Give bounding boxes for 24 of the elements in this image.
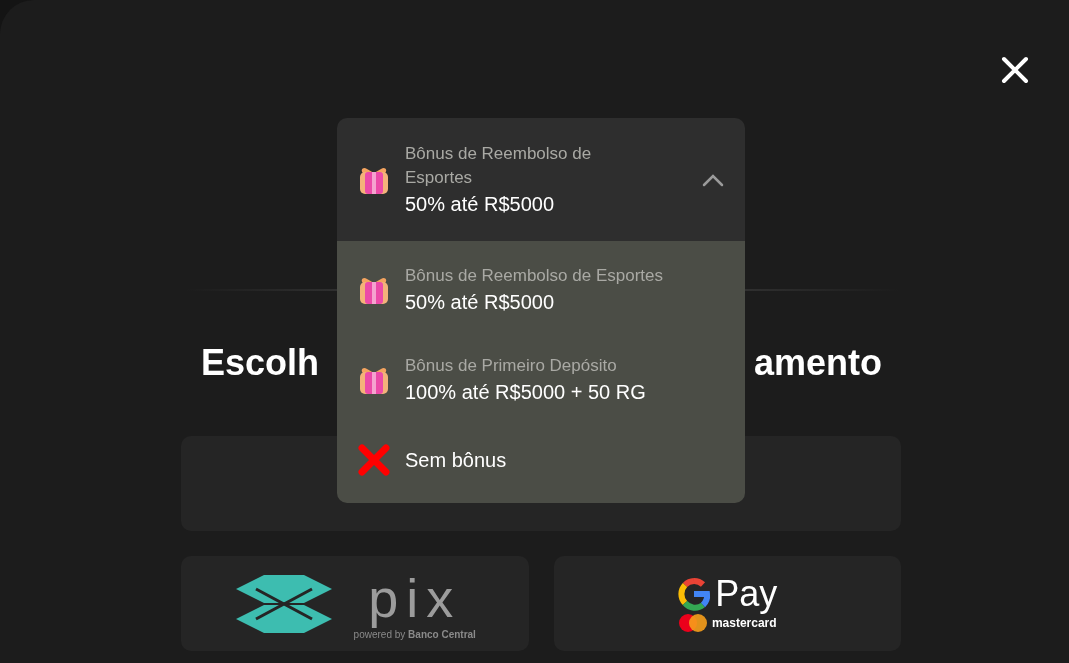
bonus-option[interactable]: Sem bônus [337, 425, 745, 495]
bonus-detail: 50% até R$5000 [405, 191, 555, 217]
bonus-option[interactable]: Bônus de Primeiro Depósito 100% até R$5000 + 50 RG [337, 335, 745, 425]
logo-caption: powered by Banco Central [353, 628, 476, 641]
heading-text: Escolh [201, 341, 320, 385]
bonus-title: Bônus de Reembolso de Esportes [405, 265, 663, 287]
logo-caption: mastercard [711, 614, 777, 632]
cross-icon [357, 443, 391, 477]
bonus-detail: 50% até R$5000 [405, 290, 555, 315]
bonus-detail: 100% até R$5000 + 50 RG [405, 380, 646, 405]
bonus-title: Bônus de Primeiro Depósito [405, 355, 618, 377]
payment-option[interactable]: pix powered by Banco Central [181, 556, 529, 651]
circles-logo-icon [677, 612, 708, 633]
bonus-option[interactable]: Bônus de Reembolso de Esportes 50% até R$5000 [337, 245, 745, 335]
payment-option[interactable]: Pay mastercard [553, 556, 901, 651]
bonus-detail: Sem bônus [405, 448, 507, 473]
logo-wordmark: Pay [715, 574, 778, 613]
logo-wordmark: pix [367, 566, 463, 629]
heading-text: amento [753, 341, 882, 385]
close-button[interactable] [1000, 55, 1030, 85]
close-icon [1000, 55, 1030, 85]
g-logo-icon [677, 576, 712, 611]
bonus-title: Bônus de Reembolso de Esportes [405, 142, 593, 189]
bonus-dropdown[interactable]: Bônus de Reembolso de Esportes 50% até R$5000 [337, 118, 745, 241]
